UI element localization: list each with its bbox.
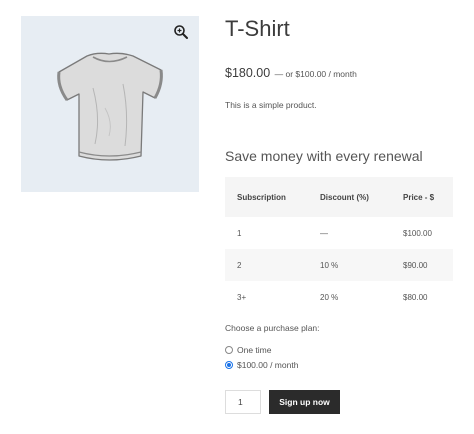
product-gallery [21, 16, 199, 192]
table-row: 1 — $100.00 [225, 217, 453, 249]
plan-option-label: $100.00 / month [237, 360, 299, 370]
price-line: $180.00 — or $100.00 / month [225, 64, 357, 82]
plan-option-monthly[interactable]: $100.00 / month [225, 360, 298, 370]
table-row: 3+ 20 % $80.00 [225, 281, 453, 313]
product-price: $180.00 [225, 66, 271, 80]
table-cell: $80.00 [391, 281, 453, 313]
table-cell: $100.00 [391, 217, 453, 249]
plan-option-one-time[interactable]: One time [225, 345, 272, 355]
t-shirt-image[interactable] [49, 48, 171, 168]
sign-up-button[interactable]: Sign up now [269, 390, 340, 414]
table-cell: — [308, 217, 391, 249]
plan-option-label: One time [237, 345, 272, 355]
product-page: T-Shirt $180.00 — or $100.00 / month Thi… [0, 0, 474, 434]
table-cell: 20 % [308, 281, 391, 313]
table-header: Price - $ [391, 177, 453, 217]
quantity-input[interactable] [225, 390, 261, 414]
table-cell: 2 [225, 249, 308, 281]
purchase-plan-label: Choose a purchase plan: [225, 323, 320, 333]
renewal-heading: Save money with every renewal [225, 148, 423, 164]
table-header: Subscription [225, 177, 308, 217]
discount-tier-table: Subscription Discount (%) Price - $ 1 — … [225, 177, 453, 313]
product-title: T-Shirt [225, 16, 290, 41]
table-header: Discount (%) [308, 177, 391, 217]
table-cell: 3+ [225, 281, 308, 313]
product-description: This is a simple product. [225, 100, 317, 110]
table-row: 2 10 % $90.00 [225, 249, 453, 281]
table-header-row: Subscription Discount (%) Price - $ [225, 177, 453, 217]
table-cell: $90.00 [391, 249, 453, 281]
radio-button[interactable] [225, 361, 233, 369]
radio-button[interactable] [225, 346, 233, 354]
table-cell: 1 [225, 217, 308, 249]
subscription-price-suffix: — or $100.00 / month [274, 69, 357, 79]
table-cell: 10 % [308, 249, 391, 281]
zoom-icon[interactable] [173, 24, 189, 40]
